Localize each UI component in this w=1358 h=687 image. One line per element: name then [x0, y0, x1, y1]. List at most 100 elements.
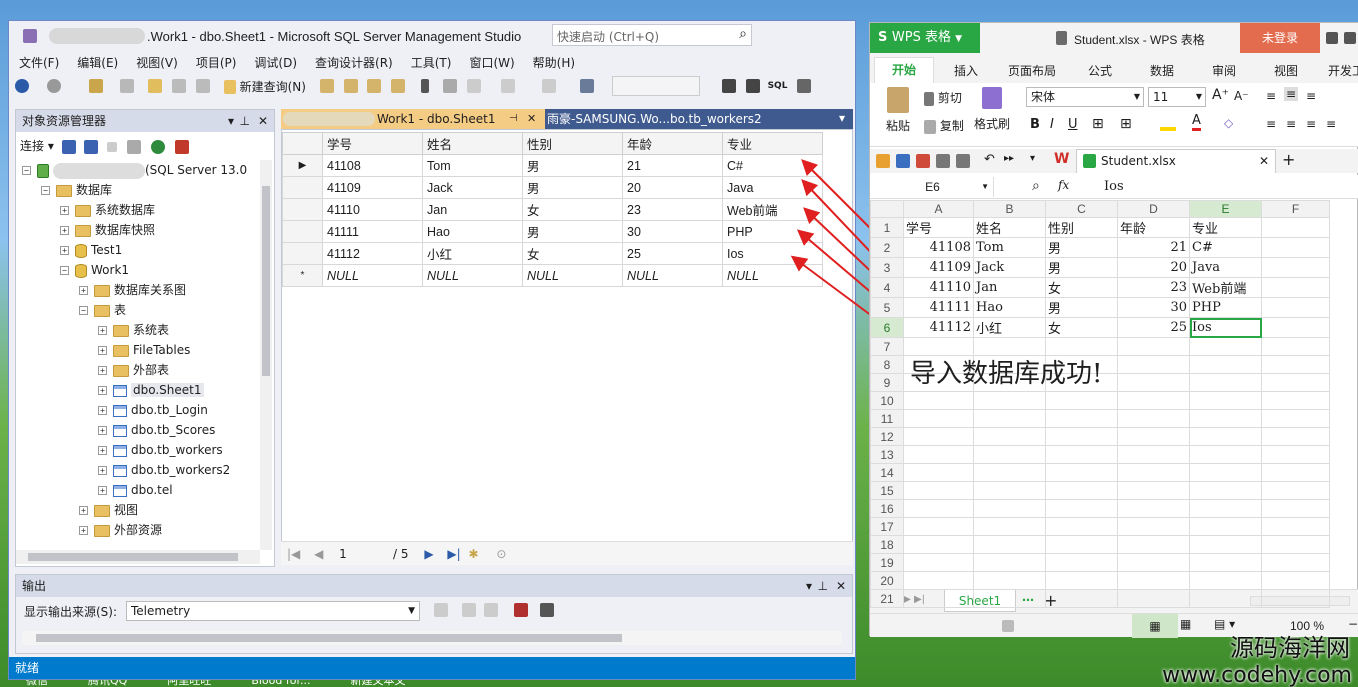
- menu-tools[interactable]: 工具(T): [411, 56, 452, 70]
- sheet-cell[interactable]: [1117, 355, 1190, 374]
- sheet-cell[interactable]: [1117, 517, 1190, 536]
- menu-edit[interactable]: 编辑(E): [77, 56, 118, 70]
- grid-cell[interactable]: NULL: [522, 264, 623, 287]
- row-number[interactable]: 16: [870, 499, 904, 518]
- row-number[interactable]: 3: [870, 257, 904, 278]
- sheet-cell[interactable]: [1117, 463, 1190, 482]
- sheet-cell[interactable]: [1045, 517, 1118, 536]
- sheet-cell[interactable]: [1261, 571, 1330, 590]
- grid-cell[interactable]: 25: [622, 242, 723, 265]
- sheet-cell[interactable]: 年龄: [1117, 217, 1190, 238]
- sheet-cell[interactable]: [1261, 409, 1330, 428]
- sheet-cell[interactable]: [1189, 463, 1262, 482]
- sheet-cell[interactable]: [973, 499, 1046, 518]
- sheet-cell[interactable]: [1261, 297, 1330, 318]
- grid-cell[interactable]: 小红: [422, 242, 523, 265]
- activity-monitor-icon[interactable]: [174, 139, 189, 154]
- grid-cell[interactable]: 41111: [322, 220, 423, 243]
- sheet-cell[interactable]: 21: [1117, 237, 1190, 258]
- menu-file[interactable]: 文件(F): [19, 56, 59, 70]
- font-color-icon[interactable]: A: [1192, 114, 1201, 131]
- sheet-cell[interactable]: [973, 535, 1046, 554]
- grow-font-icon[interactable]: A⁺: [1212, 87, 1229, 103]
- expand-icon[interactable]: +: [60, 226, 69, 235]
- sheet-cell[interactable]: [973, 589, 1046, 608]
- grid-cell[interactable]: Hao: [422, 220, 523, 243]
- sheet-cell[interactable]: C#: [1189, 237, 1262, 258]
- grid-cell[interactable]: 男: [522, 220, 623, 243]
- sheet-cell[interactable]: Jack: [973, 257, 1046, 278]
- filter-icon[interactable]: [127, 139, 142, 154]
- grid-row[interactable]: * NULL NULL NULL NULL NULL: [282, 264, 823, 287]
- sheet-cell[interactable]: [973, 463, 1046, 482]
- grid-cell[interactable]: 女: [522, 198, 623, 221]
- ribbon-tab-developer[interactable]: 开发工: [1328, 62, 1358, 79]
- sheet-cell[interactable]: [1045, 589, 1118, 608]
- row-number[interactable]: 11: [870, 409, 904, 428]
- tree-vertical-scrollbar[interactable]: [260, 160, 272, 550]
- tree-node[interactable]: + 外部资源: [22, 520, 260, 540]
- sheet-cell[interactable]: 25: [1117, 317, 1190, 338]
- expand-icon[interactable]: +: [98, 486, 107, 495]
- tree-node[interactable]: + FileTables: [22, 340, 260, 360]
- verify-sql-icon[interactable]: [797, 79, 812, 93]
- sheet-cell[interactable]: 41111: [903, 297, 974, 318]
- column-header[interactable]: 年龄: [622, 132, 723, 155]
- collapse-icon[interactable]: −: [60, 266, 69, 275]
- sql-icon[interactable]: SQL: [768, 81, 788, 91]
- grid-cell[interactable]: 41112: [322, 242, 423, 265]
- expand-icon[interactable]: +: [98, 426, 107, 435]
- expand-icon[interactable]: +: [98, 326, 107, 335]
- column-header[interactable]: 姓名: [422, 132, 523, 155]
- sheet-cell[interactable]: [1261, 337, 1330, 356]
- next-page-icon[interactable]: ▶: [424, 547, 433, 561]
- column-header[interactable]: B: [973, 200, 1046, 218]
- sheet-cell[interactable]: [903, 427, 974, 446]
- sheet-cell[interactable]: [1189, 373, 1262, 392]
- cut-button[interactable]: 剪切: [924, 89, 962, 106]
- tab-pin-icon[interactable]: ⊣: [509, 109, 518, 129]
- row-header[interactable]: [282, 220, 323, 243]
- menu-debug[interactable]: 调试(D): [254, 56, 297, 70]
- sheet-cell[interactable]: 23: [1117, 277, 1190, 298]
- menu-help[interactable]: 帮助(H): [533, 56, 575, 70]
- expand-icon[interactable]: +: [98, 346, 107, 355]
- menu-project[interactable]: 项目(P): [196, 56, 237, 70]
- sheet-cell[interactable]: [1189, 589, 1262, 608]
- sheet-cell[interactable]: 男: [1045, 297, 1118, 318]
- current-row-icon[interactable]: ▶: [282, 154, 323, 177]
- sheet-cell[interactable]: [1261, 445, 1330, 464]
- back-icon[interactable]: [15, 79, 29, 93]
- tab-overflow-icon[interactable]: ▾: [839, 111, 845, 125]
- sheet-cell[interactable]: [1189, 499, 1262, 518]
- grid-cell[interactable]: NULL: [422, 264, 523, 287]
- align-bottom-icon[interactable]: ≡: [1306, 89, 1316, 103]
- sheet-cell[interactable]: [1045, 445, 1118, 464]
- doc-tab-student[interactable]: Student.xlsx ✕: [1076, 149, 1276, 173]
- ribbon-tab-review[interactable]: 审阅: [1212, 62, 1236, 79]
- sheet-cell[interactable]: [973, 481, 1046, 500]
- quick-launch-box[interactable]: 快速启动 (Ctrl+Q) ⌕: [552, 24, 752, 46]
- ribbon-tab-page-layout[interactable]: 页面布局: [1008, 62, 1056, 79]
- redo-icon[interactable]: [542, 79, 557, 93]
- sheet-cell[interactable]: [973, 571, 1046, 590]
- sheet-cell[interactable]: [1261, 237, 1330, 258]
- row-number[interactable]: 18: [870, 535, 904, 554]
- grid-cell[interactable]: NULL: [622, 264, 723, 287]
- tab-close-icon[interactable]: ✕: [527, 109, 536, 129]
- grid-cell[interactable]: Tom: [422, 154, 523, 177]
- copy-icon[interactable]: [442, 79, 457, 93]
- sheet-cell[interactable]: [1189, 391, 1262, 410]
- grid-row[interactable]: 41110 Jan 女 23 Web前端: [282, 198, 823, 221]
- menu-query-designer[interactable]: 查询设计器(R): [315, 56, 393, 70]
- tree-node[interactable]: + 系统表: [22, 320, 260, 340]
- output-source-select[interactable]: Telemetry ▼: [126, 601, 420, 621]
- grid-row[interactable]: ▶ 41108 Tom 男 21 C#: [282, 154, 823, 177]
- sheet-cell[interactable]: Tom: [973, 237, 1046, 258]
- row-number[interactable]: 12: [870, 427, 904, 446]
- column-header[interactable]: C: [1045, 200, 1118, 218]
- row-number[interactable]: 19: [870, 553, 904, 572]
- clear-format-icon[interactable]: ◇: [1224, 116, 1233, 130]
- expand-icon[interactable]: +: [79, 506, 88, 515]
- sheet-cell[interactable]: [1261, 499, 1330, 518]
